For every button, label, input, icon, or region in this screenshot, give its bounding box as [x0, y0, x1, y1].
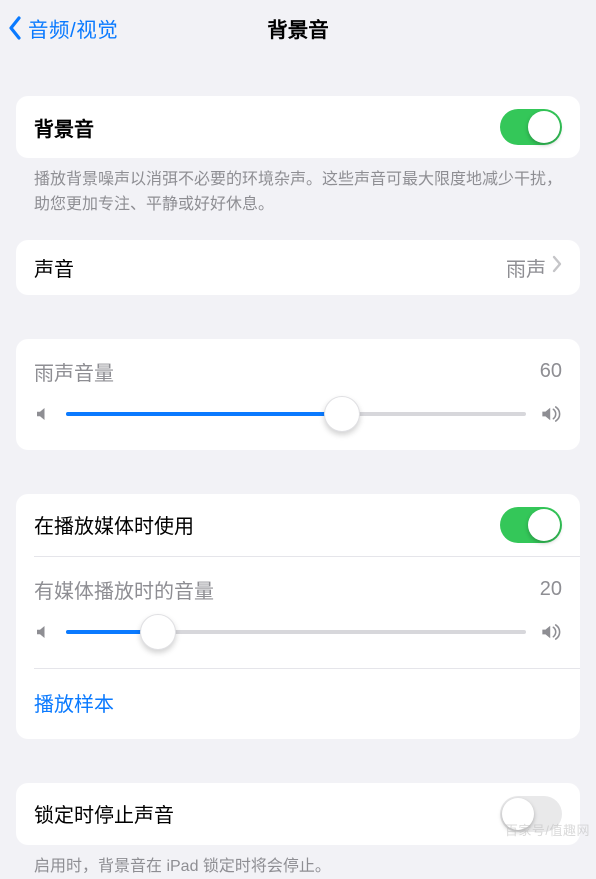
row-background-sounds: 背景音 [16, 96, 580, 158]
volume-min-icon [34, 623, 52, 641]
sound-value: 雨声 [506, 253, 546, 282]
slider-sound-volume-block: 雨声音量 60 [16, 339, 580, 450]
row-stop-on-lock: 锁定时停止声音 [16, 783, 580, 845]
chevron-right-icon [552, 255, 562, 279]
slider-label: 有媒体播放时的音量 [34, 575, 214, 604]
row-label: 声音 [34, 253, 74, 282]
nav-bar: 音频/视觉 背景音 [0, 0, 596, 56]
slider-value: 20 [540, 578, 562, 601]
row-label: 在播放媒体时使用 [34, 510, 194, 539]
slider-sound-volume[interactable] [66, 412, 526, 416]
stop-on-lock-description: 启用时，背景音在 iPad 锁定时将会停止。 [16, 855, 580, 879]
row-value: 雨声 [506, 253, 562, 282]
volume-max-icon [540, 404, 562, 424]
toggle-background-sounds[interactable] [500, 109, 562, 145]
chevron-left-icon [4, 13, 26, 43]
slider-label: 雨声音量 [34, 357, 114, 386]
row-use-with-media: 在播放媒体时使用 [16, 494, 580, 556]
group-background-sounds: 背景音 [16, 96, 580, 158]
content: 背景音 播放背景噪声以消弭不必要的环境杂声。这些声音可最大限度地减少干扰，助您更… [0, 56, 596, 879]
background-sounds-description: 播放背景噪声以消弭不必要的环境杂声。这些声音可最大限度地减少干扰，助您更加专注、… [16, 168, 580, 218]
row-label: 背景音 [34, 113, 94, 142]
back-label: 音频/视觉 [28, 13, 118, 43]
slider-media-volume[interactable] [66, 630, 526, 634]
volume-min-icon [34, 405, 52, 423]
toggle-use-with-media[interactable] [500, 507, 562, 543]
volume-max-icon [540, 622, 562, 642]
group-sound-volume: 雨声音量 60 [16, 339, 580, 450]
slider-value: 60 [540, 360, 562, 383]
group-stop-on-lock: 锁定时停止声音 [16, 783, 580, 845]
slider-media-volume-block: 有媒体播放时的音量 20 [16, 557, 580, 668]
back-button[interactable]: 音频/视觉 [4, 13, 118, 43]
group-sound: 声音 雨声 [16, 240, 580, 295]
row-label: 锁定时停止声音 [34, 799, 174, 828]
play-sample-link[interactable]: 播放样本 [16, 669, 580, 739]
toggle-stop-on-lock[interactable] [500, 796, 562, 832]
group-media: 在播放媒体时使用 有媒体播放时的音量 20 [16, 494, 580, 739]
row-sound[interactable]: 声音 雨声 [16, 240, 580, 295]
